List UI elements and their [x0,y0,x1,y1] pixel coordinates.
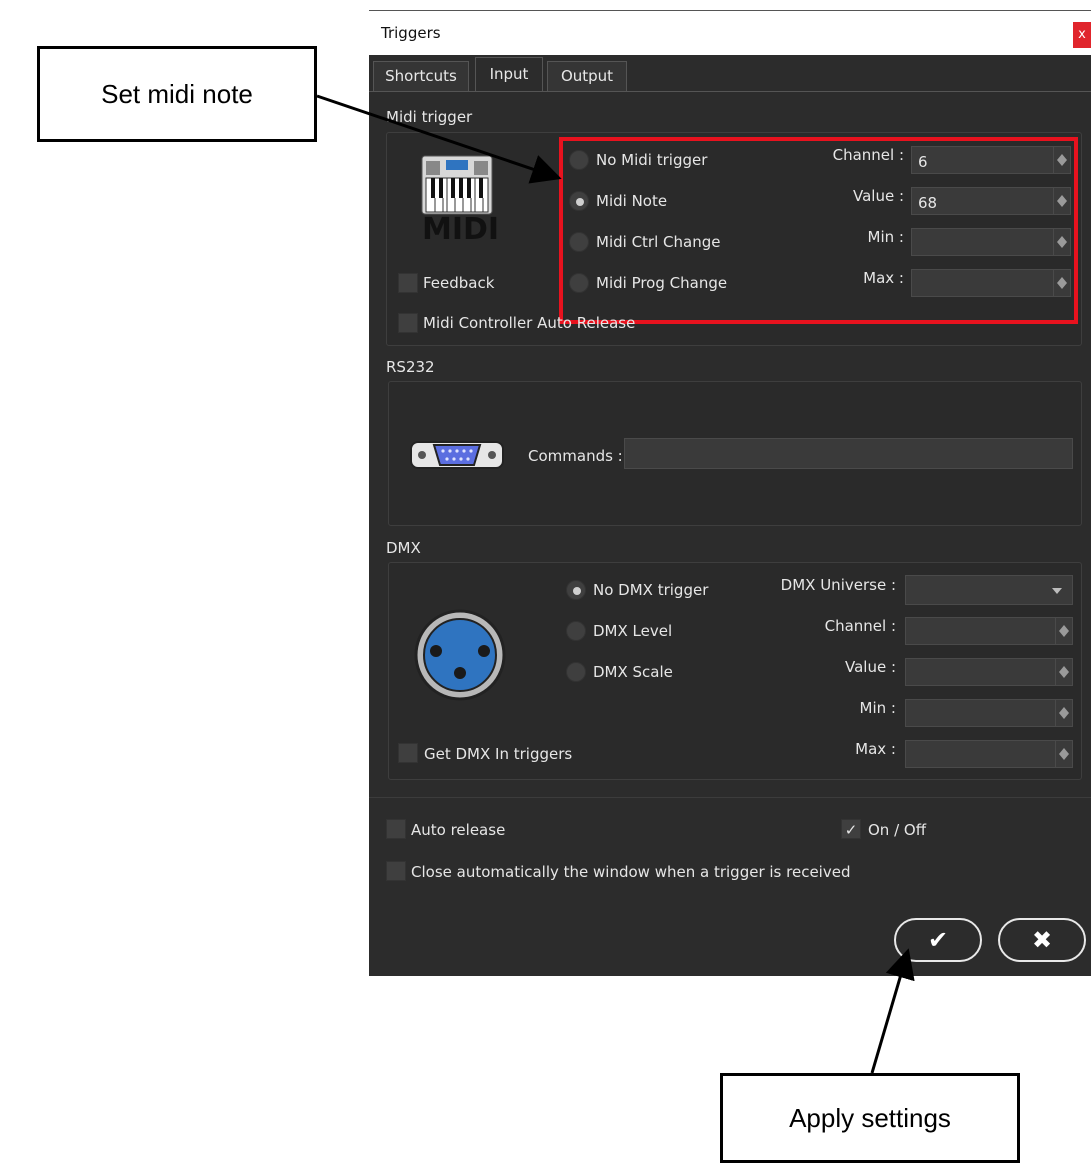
auto-release-label: Auto release [411,821,506,839]
serial-port-icon [410,440,504,470]
no-dmx-trigger-label: No DMX trigger [593,581,709,599]
title-bar[interactable]: Triggers x [369,10,1091,55]
midi-logo-icon: MIDI [420,154,500,250]
commands-label: Commands : [528,447,623,465]
radio-dmx-level[interactable] [566,621,586,641]
dmx-min-spinbox[interactable] [905,699,1073,727]
spin-arrows-icon[interactable] [1055,700,1072,726]
radio-dmx-scale[interactable] [566,662,586,682]
xlr-connector-icon [414,609,506,701]
spin-arrows-icon[interactable] [1055,618,1072,644]
get-dmx-in-checkbox[interactable] [398,743,418,763]
window-title: Triggers [381,24,441,42]
commands-input[interactable] [624,438,1073,469]
midi-auto-release-label: Midi Controller Auto Release [423,314,636,332]
dmx-channel-spinbox[interactable] [905,617,1073,645]
cancel-button[interactable]: ✖ [998,918,1086,962]
dmx-universe-label: DMX Universe : [780,576,896,594]
tab-output[interactable]: Output [547,61,627,92]
dmx-value-spinbox[interactable] [905,658,1073,686]
radio-no-dmx-trigger[interactable] [566,580,586,600]
midi-auto-release-checkbox[interactable] [398,313,418,333]
rs232-section-title: RS232 [386,358,435,376]
on-off-checkbox[interactable]: ✓ [841,819,861,839]
dmx-max-spinbox[interactable] [905,740,1073,768]
get-dmx-in-label: Get DMX In triggers [424,745,573,763]
spin-arrows-icon[interactable] [1055,741,1072,767]
callout-apply-settings: Apply settings [720,1073,1020,1163]
close-automatically-label: Close automatically the window when a tr… [411,863,851,881]
dmx-level-label: DMX Level [593,622,673,640]
tab-shortcuts[interactable]: Shortcuts [373,61,469,92]
feedback-label: Feedback [423,274,495,292]
dmx-scale-label: DMX Scale [593,663,673,681]
tab-divider [369,91,1091,92]
dmx-max-label: Max : [855,740,896,758]
dmx-channel-label: Channel : [824,617,896,635]
apply-button[interactable]: ✔ [894,918,982,962]
spin-arrows-icon[interactable] [1055,659,1072,685]
midi-logo-text: MIDI [422,212,500,247]
tab-input[interactable]: Input [475,57,543,92]
dmx-min-label: Min : [859,699,896,717]
feedback-checkbox[interactable] [398,273,418,293]
checkmark-icon: ✔ [927,926,949,954]
highlight-box [559,137,1078,324]
dmx-value-label: Value : [844,658,896,676]
close-icon: ✖ [1031,926,1053,954]
checkmark-icon: ✓ [844,821,858,839]
close-icon[interactable]: x [1073,22,1091,48]
footer-divider [369,797,1091,798]
callout-set-midi-note: Set midi note [37,46,317,142]
dmx-universe-dropdown[interactable] [905,575,1073,605]
on-off-label: On / Off [868,821,927,839]
dmx-section-title: DMX [386,539,421,557]
chevron-down-icon[interactable] [1052,588,1062,594]
auto-release-checkbox[interactable] [386,819,406,839]
midi-section-title: Midi trigger [386,108,473,126]
close-automatically-checkbox[interactable] [386,861,406,881]
